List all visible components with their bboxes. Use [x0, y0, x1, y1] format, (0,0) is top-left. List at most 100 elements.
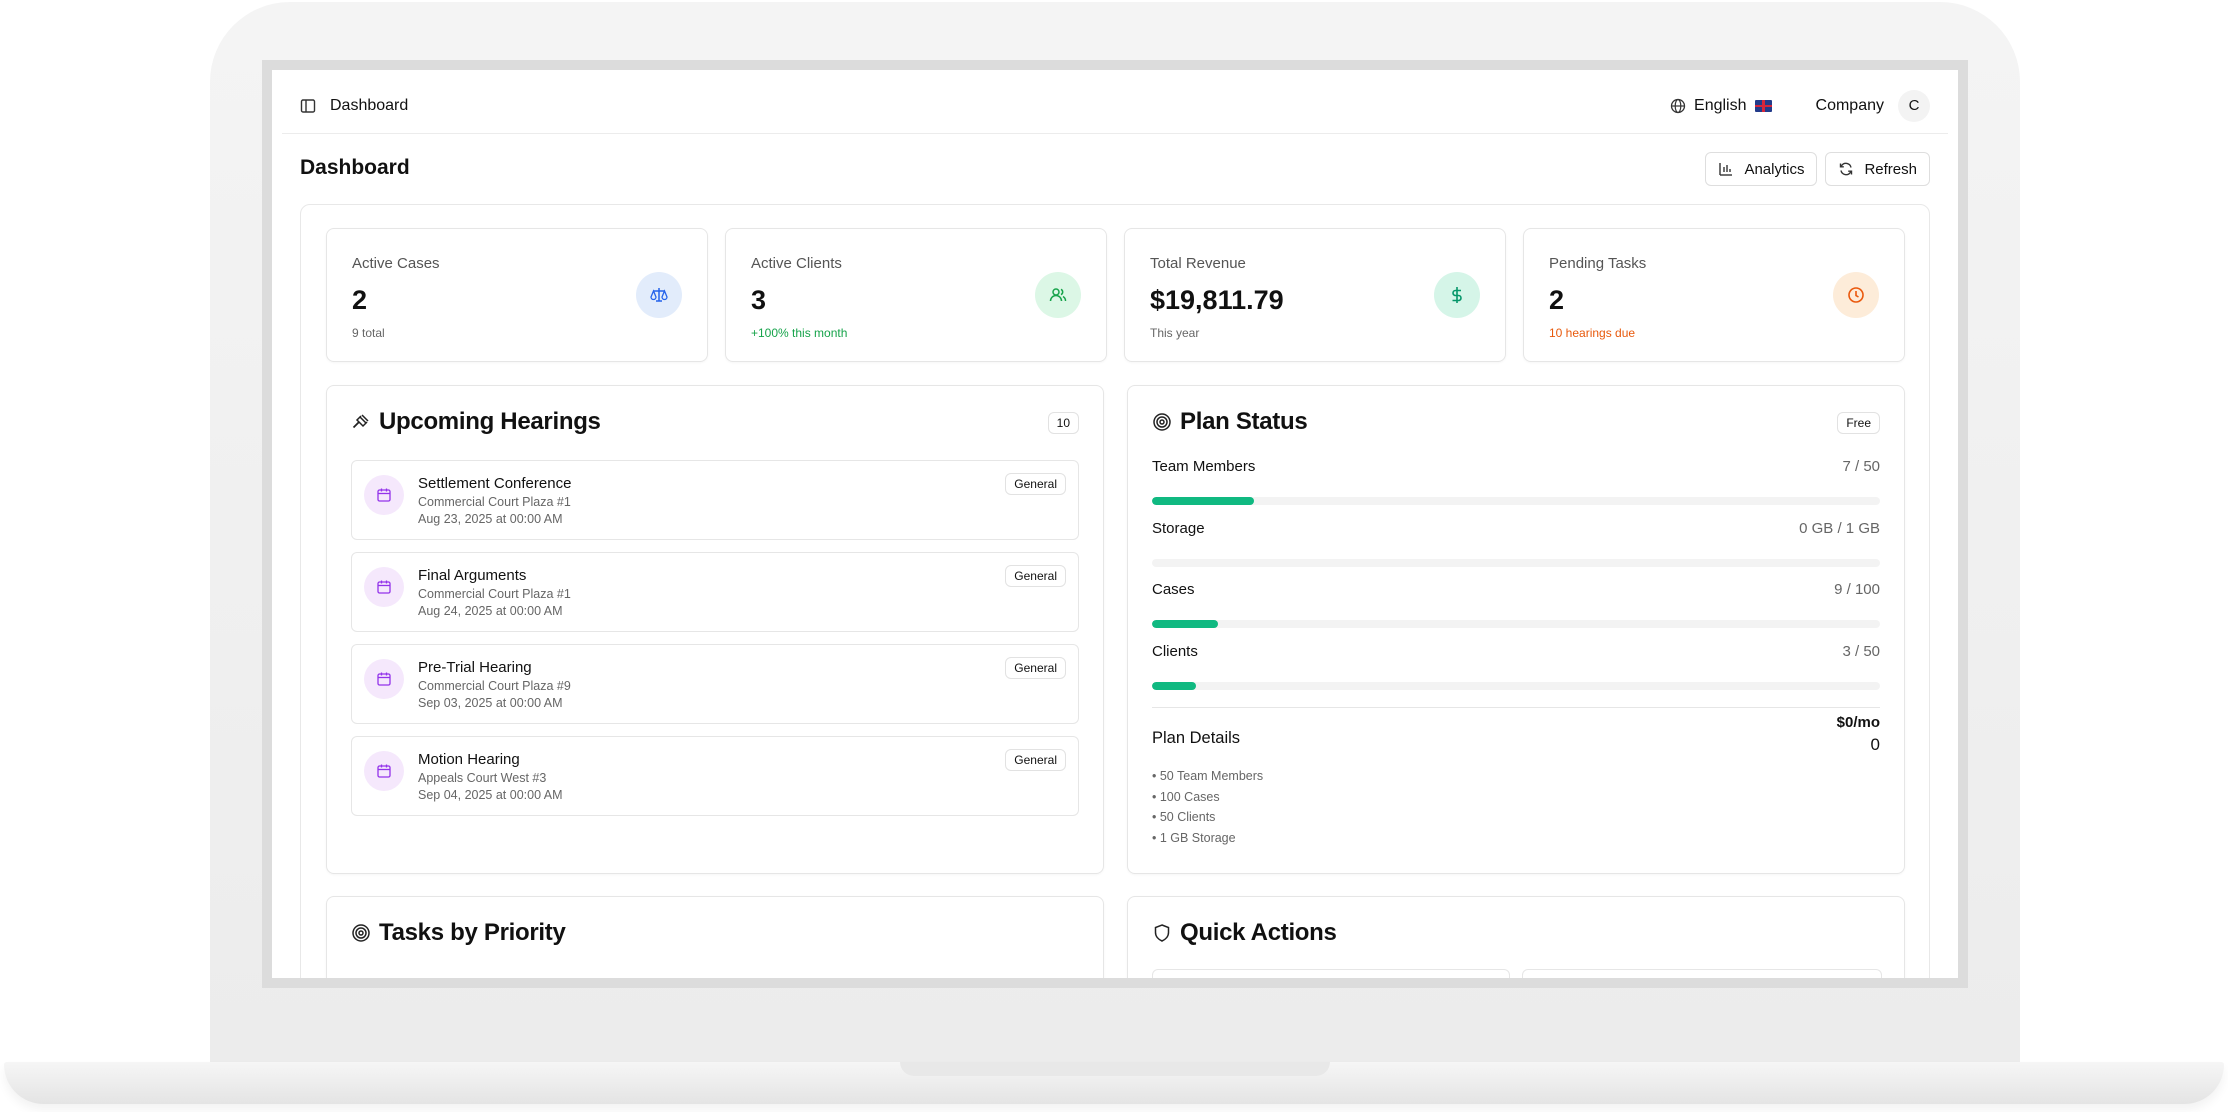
plan-tier-badge: Free: [1837, 412, 1880, 434]
scale-icon: [636, 272, 682, 318]
hearing-date: Sep 03, 2025 at 00:00 AM: [418, 696, 563, 710]
plan-row-label: Storage: [1152, 520, 1205, 537]
plan-row-value: 0 GB / 1 GB: [1799, 520, 1880, 537]
topbar-right: English Company C: [1670, 89, 1930, 122]
usage-bar: [1152, 682, 1880, 690]
hearing-type-badge: General: [1005, 473, 1066, 495]
hearing-title: Final Arguments: [418, 567, 527, 584]
calendar-icon: [364, 751, 404, 791]
hearing-location: Appeals Court West #3: [418, 771, 547, 785]
upcoming-hearings-card: Upcoming Hearings 10 Settlement Conferen…: [326, 385, 1104, 874]
stat-card-total-revenue[interactable]: Total Revenue $19,811.79 This year: [1124, 228, 1506, 362]
hearing-title: Pre-Trial Hearing: [418, 659, 532, 676]
quick-action-button[interactable]: [1152, 969, 1510, 978]
card-title: Upcoming Hearings: [379, 408, 601, 435]
usage-bar-fill: [1152, 620, 1218, 628]
sidebar-toggle-icon[interactable]: [300, 98, 316, 114]
globe-icon: [1670, 98, 1686, 114]
plan-feature: • 50 Team Members: [1152, 769, 1264, 783]
stat-sub: 9 total: [352, 326, 385, 340]
plan-feature: • 100 Cases: [1152, 790, 1220, 804]
hearing-type-badge: General: [1005, 565, 1066, 587]
card-header: Upcoming Hearings: [351, 408, 601, 436]
plan-row-label: Cases: [1152, 581, 1195, 598]
laptop-notch: [900, 1062, 1330, 1076]
breadcrumb[interactable]: Dashboard: [330, 97, 408, 115]
hearing-type-badge: General: [1005, 657, 1066, 679]
card-title: Quick Actions: [1180, 919, 1337, 946]
app-screen: Dashboard English Company C Dashboard An…: [272, 70, 1958, 978]
company-name[interactable]: Company: [1816, 97, 1884, 115]
calendar-icon: [364, 567, 404, 607]
usage-bar-fill: [1152, 682, 1196, 690]
dollar-icon: [1434, 272, 1480, 318]
hearing-date: Aug 23, 2025 at 00:00 AM: [418, 512, 563, 526]
calendar-icon: [364, 659, 404, 699]
card-title: Tasks by Priority: [379, 919, 566, 946]
gavel-icon: [351, 412, 371, 432]
stat-value: 2: [352, 285, 368, 315]
stat-sub: +100% this month: [751, 326, 848, 340]
avatar[interactable]: C: [1898, 89, 1930, 122]
users-icon: [1035, 272, 1081, 318]
hearing-type-badge: General: [1005, 749, 1066, 771]
usage-bar-fill: [1152, 497, 1254, 505]
hearing-item[interactable]: Motion Hearing Appeals Court West #3 Sep…: [351, 736, 1079, 816]
hearing-title: Motion Hearing: [418, 751, 520, 768]
stat-sub: 10 hearings due: [1549, 326, 1636, 340]
bar-chart-icon: [1718, 161, 1734, 177]
uk-flag-icon: [1754, 99, 1772, 112]
page-title: Dashboard: [300, 156, 410, 179]
stat-label: Total Revenue: [1150, 255, 1246, 272]
card-header: Tasks by Priority: [351, 919, 566, 947]
hearing-location: Commercial Court Plaza #9: [418, 679, 571, 693]
plan-row-value: 7 / 50: [1842, 458, 1880, 475]
stat-label: Active Cases: [352, 255, 440, 272]
hearing-title: Settlement Conference: [418, 475, 572, 492]
hearing-location: Commercial Court Plaza #1: [418, 587, 571, 601]
stat-sub: This year: [1150, 326, 1200, 340]
top-bar: Dashboard English Company C: [282, 78, 1948, 134]
stat-label: Active Clients: [751, 255, 842, 272]
stat-card-pending-tasks[interactable]: Pending Tasks 2 10 hearings due: [1523, 228, 1905, 362]
card-header: Quick Actions: [1152, 919, 1337, 947]
stat-value: 3: [751, 285, 767, 315]
refresh-icon: [1838, 161, 1854, 177]
stat-value: 2: [1549, 285, 1565, 315]
stat-value: $19,811.79: [1150, 285, 1284, 315]
quick-actions-card: Quick Actions: [1127, 896, 1905, 978]
plan-details-label: Plan Details: [1152, 729, 1241, 747]
stat-card-active-clients[interactable]: Active Clients 3 +100% this month: [725, 228, 1107, 362]
usage-bar: [1152, 620, 1880, 628]
tasks-by-priority-card: Tasks by Priority: [326, 896, 1104, 978]
hearing-item[interactable]: Pre-Trial Hearing Commercial Court Plaza…: [351, 644, 1079, 724]
divider: [1152, 707, 1880, 708]
language-switcher[interactable]: English: [1670, 96, 1772, 115]
usage-bar: [1152, 559, 1880, 567]
plan-feature: • 50 Clients: [1152, 810, 1216, 824]
refresh-button[interactable]: Refresh: [1825, 152, 1930, 186]
analytics-label: Analytics: [1744, 160, 1805, 178]
stat-card-active-cases[interactable]: Active Cases 2 9 total: [326, 228, 708, 362]
plan-row-label: Clients: [1152, 643, 1198, 660]
target-icon: [351, 923, 371, 943]
hearing-date: Aug 24, 2025 at 00:00 AM: [418, 604, 563, 618]
hearings-count-badge: 10: [1047, 412, 1079, 434]
analytics-button[interactable]: Analytics: [1705, 152, 1818, 186]
quick-action-button[interactable]: [1522, 969, 1882, 978]
calendar-icon: [364, 475, 404, 515]
plan-price: $0/mo: [1836, 714, 1880, 731]
plan-row-value: 9 / 100: [1834, 581, 1880, 598]
refresh-label: Refresh: [1864, 160, 1917, 178]
plan-price-sub: 0: [1870, 735, 1880, 754]
shield-icon: [1152, 923, 1172, 943]
hearing-item[interactable]: Final Arguments Commercial Court Plaza #…: [351, 552, 1079, 632]
target-icon: [1152, 412, 1172, 432]
stat-label: Pending Tasks: [1549, 255, 1647, 272]
hearing-item[interactable]: Settlement Conference Commercial Court P…: [351, 460, 1079, 540]
header-actions: Analytics Refresh: [1705, 152, 1930, 186]
plan-row-value: 3 / 50: [1842, 643, 1880, 660]
card-header: Plan Status: [1152, 408, 1308, 436]
language-label: English: [1694, 96, 1747, 114]
usage-bar: [1152, 497, 1880, 505]
